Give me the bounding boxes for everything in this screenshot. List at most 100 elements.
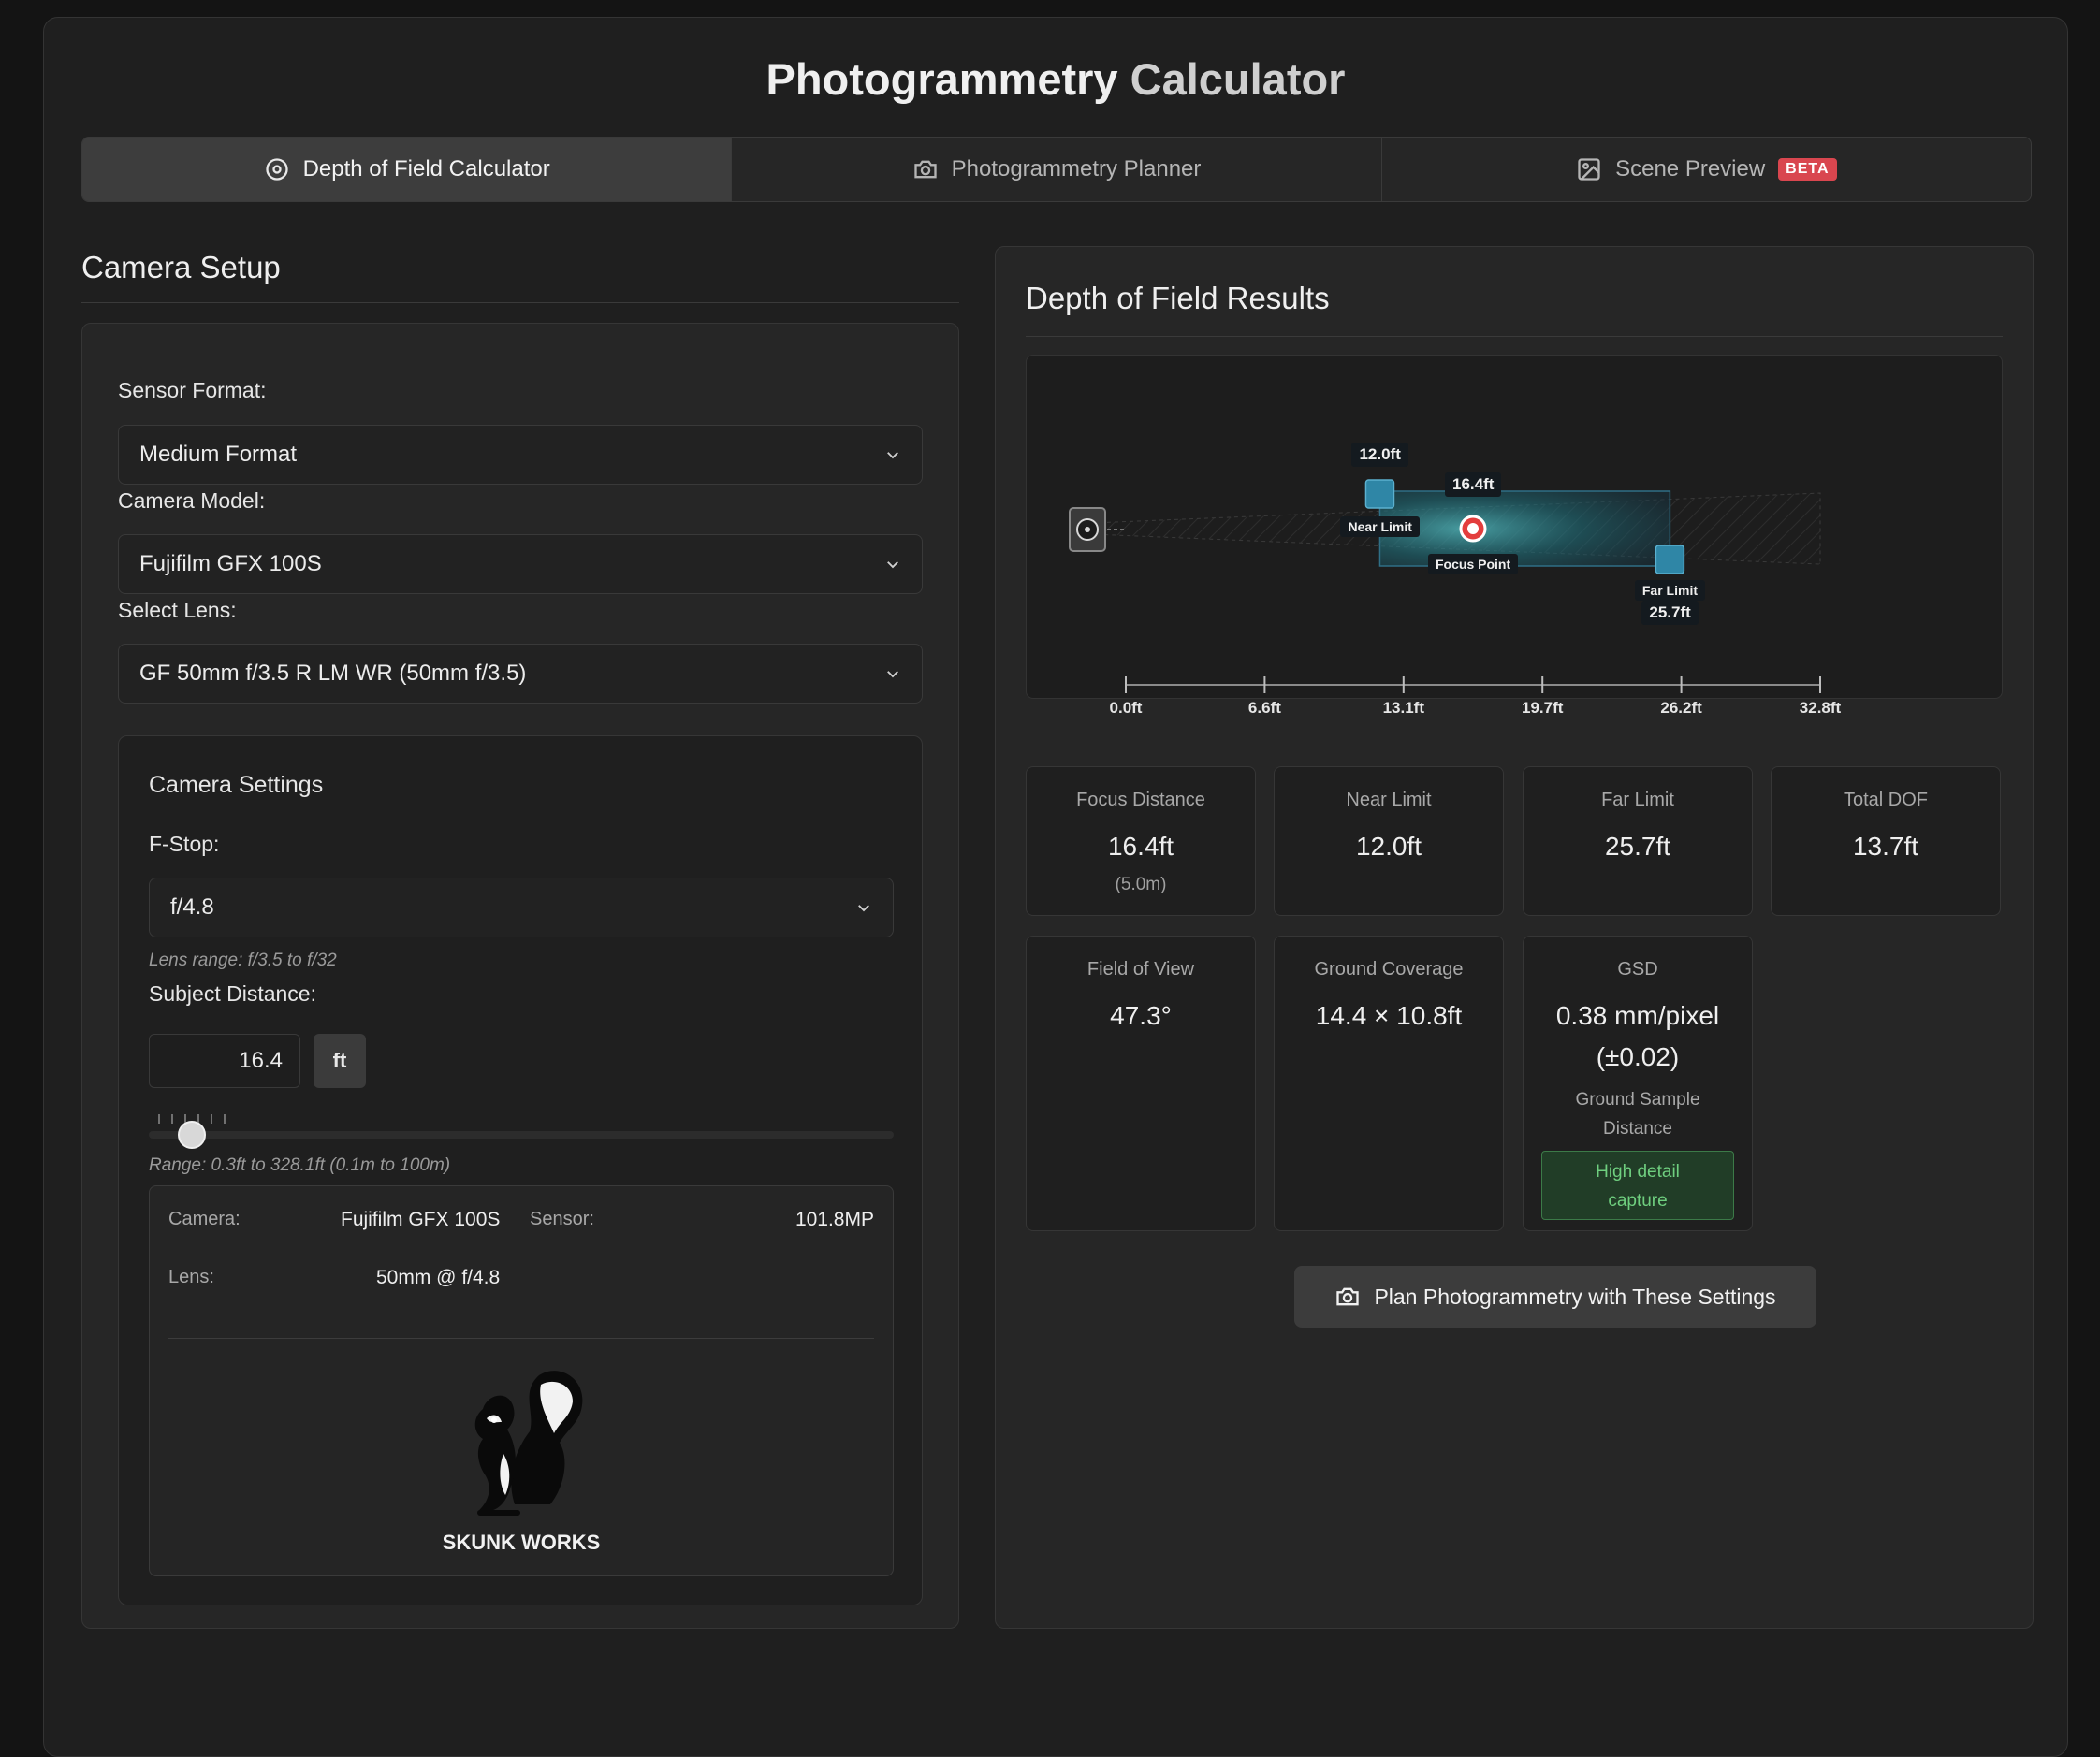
- stat-value: 47.3°: [1110, 1001, 1172, 1030]
- stat-label: Focus Distance: [1076, 790, 1205, 810]
- lens-select[interactable]: GF 50mm f/3.5 R LM WR (50mm f/3.5): [118, 644, 923, 704]
- lens-range-note: Lens range: f/3.5 to f/32: [149, 951, 337, 970]
- far-limit-card: Far Limit 25.7ft: [1523, 766, 1753, 916]
- stat-label: Near Limit: [1346, 790, 1432, 810]
- tab-label: Scene Preview: [1615, 156, 1766, 182]
- tab-bar: Depth of Field Calculator Photogrammetry…: [81, 137, 2032, 202]
- camera-model-select[interactable]: Fujifilm GFX 100S: [118, 534, 923, 594]
- focus-point-center: [1467, 523, 1479, 534]
- camera-settings-panel: Camera Settings F-Stop: f/4.8 Lens range…: [118, 735, 923, 1605]
- divider: [1026, 336, 2003, 337]
- page-title: Photogrammetry Calculator: [766, 54, 1346, 104]
- divider: [81, 302, 959, 303]
- target-icon: [265, 158, 288, 181]
- dof-diagram: 0.0ft 6.6ft 13.1ft 19.7ft 26.2ft 32.8ft: [1069, 479, 1842, 717]
- camera-model-value: Fujifilm GFX 100S: [139, 551, 322, 576]
- sensor-format-label: Sensor Format:: [118, 378, 267, 402]
- axis-tick-label: 19.7ft: [1522, 699, 1564, 717]
- tab-label: Photogrammetry Planner: [951, 156, 1202, 182]
- axis-tick-label: 26.2ft: [1660, 699, 1702, 717]
- chevron-down-icon: [887, 671, 898, 678]
- stat-value: 0.38 mm/pixel (±0.02): [1555, 1001, 1720, 1071]
- fstop-value: f/4.8: [170, 894, 214, 920]
- app-window: Photogrammetry Calculator Depth of Field…: [43, 17, 2068, 1757]
- stat-value: 12.0ft: [1355, 832, 1422, 861]
- focus-distance-card: Focus Distance 16.4ft (5.0m): [1026, 766, 1256, 916]
- far-limit-value-tag: 25.7ft: [1641, 601, 1699, 625]
- gsd-card: GSD 0.38 mm/pixel (±0.02) Ground Sample Di…: [1523, 936, 1753, 1231]
- stat-sub: (5.0m): [1115, 875, 1167, 894]
- tab-photogrammetry-planner[interactable]: Photogrammetry Planner: [732, 138, 1382, 201]
- focus-value-tag: 16.4ft: [1445, 472, 1502, 497]
- ground-coverage-card: Ground Coverage 14.4 × 10.8ft: [1274, 936, 1504, 1231]
- far-limit-marker: [1655, 545, 1685, 574]
- summary-camera-value: Fujifilm GFX 100S: [341, 1209, 501, 1230]
- unit-toggle-button[interactable]: ft: [314, 1034, 366, 1088]
- focus-point-label: Focus Point: [1428, 554, 1519, 574]
- summary-sensor-value: 101.8MP: [795, 1209, 874, 1230]
- dof-visualization: 0.0ft 6.6ft 13.1ft 19.7ft 26.2ft 32.8ft 12.0f…: [1026, 355, 2003, 717]
- fstop-label: F-Stop:: [149, 832, 220, 856]
- results-title: Depth of Field Results: [1026, 281, 1330, 315]
- subject-distance-slider[interactable]: [149, 1131, 894, 1139]
- fstop-select[interactable]: f/4.8: [149, 878, 894, 937]
- gsd-description: Ground Sample Distance: [1575, 1090, 1700, 1139]
- stat-label: Field of View: [1086, 959, 1195, 980]
- axis-tick-label: 32.8ft: [1800, 699, 1842, 717]
- stat-label: GSD: [1617, 959, 1658, 980]
- stat-label: Far Limit: [1601, 790, 1674, 810]
- skunk-logo-icon: [474, 1371, 583, 1516]
- lens-label: Select Lens:: [118, 598, 237, 622]
- camera-icon: [1336, 1287, 1360, 1306]
- tab-depth-of-field[interactable]: Depth of Field Calculator: [82, 138, 733, 201]
- axis-tick-label: 13.1ft: [1383, 699, 1425, 717]
- total-dof-card: Total DOF 13.7ft: [1771, 766, 2001, 916]
- quality-badge: High detail capture: [1541, 1151, 1734, 1220]
- dof-results-card: Depth of Field Results 0.0ft 6.6ft 13.1ft 1…: [995, 246, 2034, 1629]
- near-limit-label: Near Limit: [1340, 516, 1420, 537]
- camera-setup-card: Sensor Format: Medium Format Camera Mode…: [81, 323, 959, 1629]
- near-limit-card: Near Limit 12.0ft: [1274, 766, 1504, 916]
- axis-tick-label: 6.6ft: [1248, 699, 1281, 717]
- sensor-format-select[interactable]: Medium Format: [118, 425, 923, 485]
- summary-lens-key: Lens:: [168, 1267, 214, 1287]
- stat-value: 16.4ft: [1107, 832, 1174, 861]
- stat-label: Total DOF: [1843, 790, 1929, 810]
- summary-camera-key: Camera:: [168, 1209, 241, 1229]
- camera-setup-title: Camera Setup: [81, 250, 281, 284]
- axis-tick-label: 0.0ft: [1110, 699, 1143, 717]
- chevron-down-icon: [887, 561, 898, 569]
- stat-value: 25.7ft: [1604, 832, 1671, 861]
- chevron-down-icon: [887, 452, 898, 459]
- logo-text: SKUNK WORKS: [442, 1531, 601, 1554]
- subject-distance-input[interactable]: 16.4: [149, 1034, 300, 1088]
- lens-value: GF 50mm f/3.5 R LM WR (50mm f/3.5): [139, 661, 527, 686]
- near-limit-marker: [1364, 479, 1395, 509]
- summary-sensor-key: Sensor:: [530, 1209, 594, 1229]
- near-limit-value-tag: 12.0ft: [1351, 443, 1408, 467]
- camera-summary-box: Camera: Fujifilm GFX 100S Sensor: 101.8M…: [149, 1185, 894, 1576]
- stat-value: 13.7ft: [1852, 832, 1919, 861]
- image-icon: [1578, 158, 1600, 181]
- camera-model-label: Camera Model:: [118, 488, 266, 513]
- camera-lens-center-icon: [1085, 527, 1090, 532]
- slider-thumb[interactable]: [177, 1121, 206, 1149]
- divider: [168, 1338, 874, 1339]
- dof-zone: [1378, 490, 1671, 567]
- field-of-view-card: Field of View 47.3°: [1026, 936, 1256, 1231]
- beta-badge: BETA: [1778, 158, 1837, 181]
- tab-scene-preview[interactable]: Scene Preview BETA: [1382, 138, 2031, 201]
- far-limit-label: Far Limit: [1634, 580, 1705, 601]
- range-note: Range: 0.3ft to 328.1ft (0.1m to 100m): [149, 1155, 451, 1175]
- camera-settings-title: Camera Settings: [149, 772, 324, 798]
- plan-button-label: Plan Photogrammetry with These Settings: [1374, 1284, 1776, 1309]
- subject-distance-label: Subject Distance:: [149, 981, 316, 1006]
- chevron-down-icon: [858, 905, 869, 912]
- sensor-format-value: Medium Format: [139, 442, 298, 467]
- summary-lens-value: 50mm @ f/4.8: [376, 1267, 501, 1288]
- camera-icon: [913, 160, 937, 179]
- stat-value: 14.4 × 10.8ft: [1315, 1001, 1463, 1030]
- stat-label: Ground Coverage: [1314, 959, 1464, 980]
- tab-label: Depth of Field Calculator: [302, 156, 550, 182]
- plan-photogrammetry-button[interactable]: Plan Photogrammetry with These Settings: [1294, 1266, 1816, 1328]
